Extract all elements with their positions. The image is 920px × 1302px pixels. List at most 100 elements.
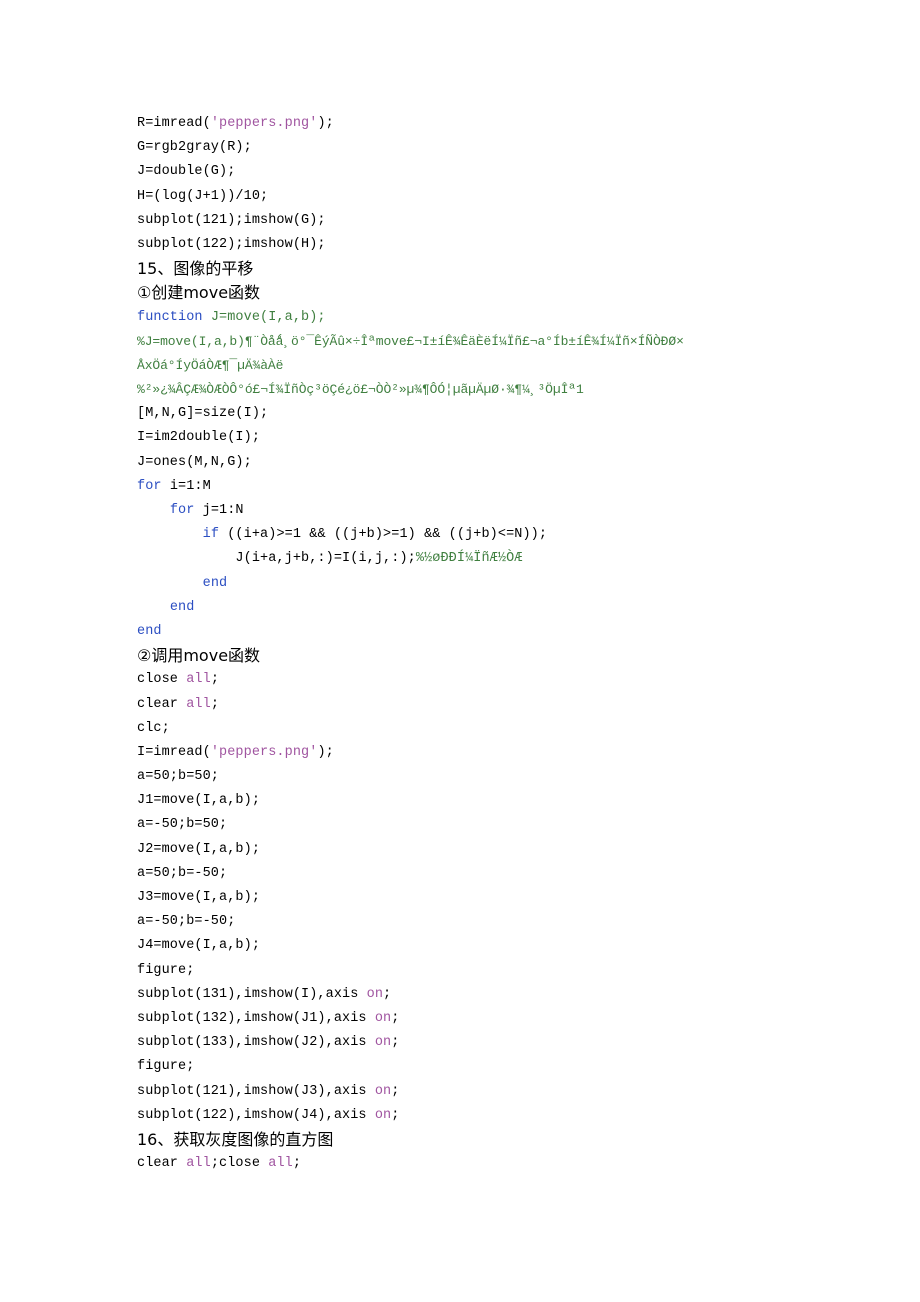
code-line: subplot(121),imshow(J3),axis on; — [137, 1080, 897, 1104]
token-plain: a=-50;b=-50; — [137, 914, 236, 930]
token-plain: clear — [137, 696, 187, 712]
section-heading: 15、图像的平移 — [137, 257, 897, 281]
token-plain: subplot(122);imshow(H); — [137, 236, 326, 252]
token-plain: figure; — [137, 1059, 195, 1075]
code-line: end — [137, 596, 897, 620]
token-cjk: 16、获取灰度图像的直方图 — [137, 1129, 334, 1149]
token-kw: if — [202, 527, 228, 543]
token-str: 'peppers.png' — [210, 744, 318, 760]
code-line: J=ones(M,N,G); — [137, 451, 897, 475]
token-plain: J(i+a,j+b,:)=I(i,j,:); — [235, 551, 416, 567]
document-page: R=imread('peppers.png'); G=rgb2gray(R); J=… — [0, 0, 920, 1302]
token-plain: clc; — [137, 720, 170, 736]
token-plain: ((i+a)>=1 && ((j+b)>=1) && ((j+b)<=N)); — [227, 527, 548, 543]
token-plain: J=double(G); — [137, 164, 236, 180]
token-cmt: %²»¿¾ÂÇÆ¾ÒÆÒÔ°ó£¬Í¾ÏñÒç³öÇé¿ö£¬ÒÒ²»µ¾¶ÔÓ… — [137, 382, 584, 398]
token-plain: subplot(121);imshow(G); — [137, 212, 326, 228]
token-plain: J3=move(I,a,b); — [137, 890, 261, 905]
code-line: subplot(131),imshow(I),axis on; — [137, 983, 897, 1007]
token-kw: end — [137, 623, 162, 639]
token-kw: end — [202, 575, 228, 591]
code-line: if ((i+a)>=1 && ((j+b)>=1) && ((j+b)<=N)… — [137, 523, 897, 547]
token-plain: J1=move(I,a,b); — [137, 793, 261, 809]
code-line: end — [137, 572, 897, 596]
section-heading: 16、获取灰度图像的直方图 — [137, 1128, 897, 1152]
token-str: on — [374, 1083, 392, 1099]
code-line: a=50;b=-50; — [137, 862, 897, 886]
token-str: 'peppers.png' — [210, 116, 318, 131]
token-plain: I=im2double(I); — [137, 430, 261, 446]
code-line: I=im2double(I); — [137, 426, 897, 450]
code-line: for i=1:M — [137, 475, 897, 499]
code-line: J2=move(I,a,b); — [137, 838, 897, 862]
code-line: [M,N,G]=size(I); — [137, 402, 897, 426]
token-plain: subplot(121),imshow(J3),axis — [137, 1083, 375, 1099]
token-cmt: %½øÐÐÍ¼ÏñÆ½ÒÆ — [415, 551, 523, 567]
token-plain: J=ones(M,N,G); — [137, 454, 252, 470]
code-line: J1=move(I,a,b); — [137, 789, 897, 813]
token-plain: I=imread( — [137, 744, 211, 760]
code-line: subplot(133),imshow(J2),axis on; — [137, 1031, 897, 1055]
code-line: for j=1:N — [137, 499, 897, 523]
token-plain: ; — [210, 696, 220, 712]
token-plain: a=50;b=-50; — [137, 865, 228, 881]
token-cjk: ②调用move函数 — [137, 646, 261, 666]
token-cmt: %J=move(I,a,b)¶¨Òåǻ¸ö°¯ÊýÃû×÷Îªmove£¬I±í… — [137, 333, 684, 349]
token-plain: ;close — [210, 1156, 269, 1172]
code-line: figure; — [137, 959, 897, 983]
token-str: on — [374, 1107, 392, 1123]
token-kw: for — [137, 478, 170, 494]
section-heading: ①创建move函数 — [137, 281, 897, 305]
token-cjk: 15、图像的平移 — [137, 259, 254, 279]
code-line: J3=move(I,a,b); — [137, 886, 897, 910]
token-plain: G=rgb2gray(R); — [137, 140, 252, 156]
token-str: on — [374, 1010, 392, 1026]
token-plain: j=1:N — [202, 503, 244, 518]
code-line: close all; — [137, 668, 897, 692]
token-plain: ; — [391, 1083, 400, 1099]
token-cjk: ①创建move函数 — [137, 283, 261, 303]
token-plain: clear — [137, 1156, 187, 1172]
code-line: clc; — [137, 717, 897, 741]
code-line: subplot(132),imshow(J1),axis on; — [137, 1007, 897, 1031]
token-str: all — [186, 1156, 211, 1172]
token-plain: ; — [383, 986, 392, 1002]
token-kw: for — [169, 503, 203, 518]
token-str: on — [374, 1035, 392, 1051]
comment-line: ÅxÖá°ÍyÖáÒÆ¶¯µÄ¾àÀë — [137, 354, 897, 378]
code-line: I=imread('peppers.png'); — [137, 741, 897, 765]
token-cmt: ÅxÖá°ÍyÖáÒÆ¶¯µÄ¾àÀë — [137, 357, 284, 373]
token-plain: ); — [317, 744, 334, 760]
token-plain: R=imread( — [137, 116, 211, 131]
token-str: all — [186, 672, 211, 688]
token-plain: J2=move(I,a,b); — [137, 841, 261, 857]
token-cmt: J=move(I,a,b); — [210, 309, 326, 325]
code-line: J(i+a,j+b,:)=I(i,j,:);%½øÐÐÍ¼ÏñÆ½ÒÆ — [137, 547, 897, 571]
token-kw: function — [137, 309, 211, 325]
token-plain: i=1:M — [169, 478, 211, 494]
code-line: clear all; — [137, 693, 897, 717]
code-line: a=-50;b=-50; — [137, 910, 897, 934]
token-plain: a=-50;b=50; — [137, 817, 228, 833]
code-line: H=(log(J+1))/10; — [137, 185, 897, 209]
token-plain: a=50;b=50; — [137, 769, 220, 785]
code-line: end — [137, 620, 897, 644]
token-str: on — [366, 986, 384, 1002]
code-line: G=rgb2gray(R); — [137, 136, 897, 160]
code-line: J4=move(I,a,b); — [137, 934, 897, 958]
code-line: function J=move(I,a,b); — [137, 306, 897, 330]
comment-line: %²»¿¾ÂÇÆ¾ÒÆÒÔ°ó£¬Í¾ÏñÒç³öÇé¿ö£¬ÒÒ²»µ¾¶ÔÓ… — [137, 378, 897, 402]
token-plain: subplot(122),imshow(J4),axis — [137, 1107, 375, 1123]
token-str: all — [186, 696, 211, 712]
code-line: figure; — [137, 1055, 897, 1079]
token-plain: [M,N,G]=size(I); — [137, 406, 269, 422]
section-heading: ②调用move函数 — [137, 644, 897, 668]
token-plain: ; — [391, 1107, 400, 1123]
token-plain: H=(log(J+1))/10; — [137, 188, 269, 204]
code-line: a=50;b=50; — [137, 765, 897, 789]
comment-line: %J=move(I,a,b)¶¨Òåǻ¸ö°¯ÊýÃû×÷Îªmove£¬I±í… — [137, 330, 897, 354]
